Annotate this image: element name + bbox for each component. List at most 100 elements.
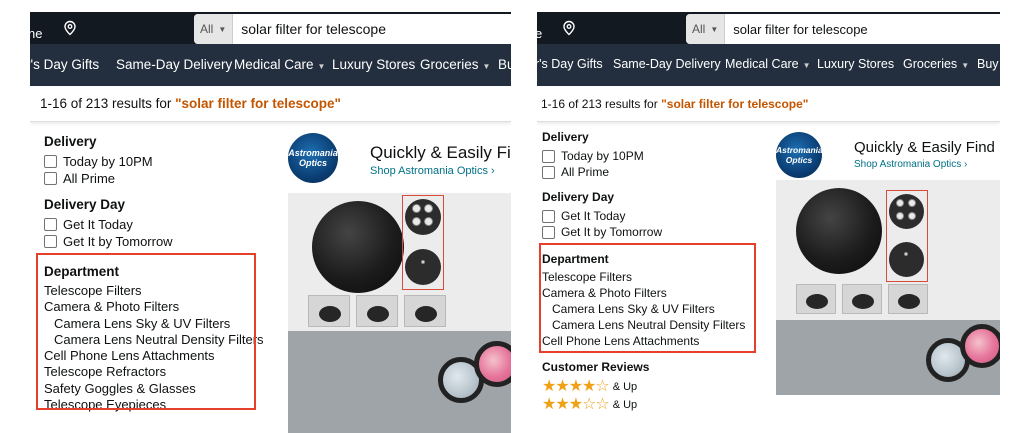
nav-item-medical-care[interactable]: Medical Care ▼ — [234, 57, 325, 72]
product-thumbnail[interactable] — [888, 284, 928, 314]
brand-logo[interactable]: Astromania Optics — [288, 133, 338, 183]
disc-hole — [424, 217, 433, 226]
disc-hole — [904, 252, 908, 256]
logo-fragment[interactable]: e — [537, 26, 542, 41]
checkbox[interactable] — [44, 155, 57, 168]
results-count: 1-16 of 213 results for "solar filter fo… — [40, 96, 341, 111]
results-count: 1-16 of 213 results for "solar filter fo… — [541, 97, 809, 111]
delivery-day-option-tomorrow[interactable]: Get It by Tomorrow — [542, 224, 762, 240]
results-info-bar: 1-16 of 213 results for "solar filter fo… — [537, 86, 1000, 122]
logo-fragment[interactable]: ne — [30, 26, 42, 41]
delivery-heading: Delivery — [542, 130, 589, 144]
caret-down-icon: ▼ — [802, 61, 811, 70]
customer-reviews-section: Customer Reviews ★★★★☆ & Up ★★★☆☆ & Up — [542, 360, 762, 414]
delivery-day-option-today[interactable]: Get It Today — [542, 208, 762, 224]
caret-down-icon: ▼ — [317, 62, 326, 71]
filter-wheel-image — [312, 201, 404, 293]
product-thumbnail[interactable] — [796, 284, 836, 314]
delivery-option-prime[interactable]: All Prime — [44, 170, 274, 187]
search-category-label: All — [692, 22, 706, 36]
delivery-option-today[interactable]: Today by 10PM — [44, 153, 274, 170]
disc-hole — [908, 199, 916, 207]
checkbox[interactable] — [44, 235, 57, 248]
filter-disc-image — [405, 249, 441, 285]
disc-hole — [896, 199, 904, 207]
checkbox[interactable] — [542, 225, 555, 239]
department-highlight-box — [539, 243, 756, 353]
search-bar: All ▼ — [686, 14, 1000, 44]
nav-item-same-day-delivery[interactable]: Same-Day Delivery — [116, 57, 232, 72]
product-lens-image[interactable] — [288, 331, 511, 433]
results-prefix: 1-16 of 213 results for — [541, 97, 662, 111]
disc-hole — [424, 204, 433, 213]
product-thumbnail[interactable] — [404, 295, 446, 327]
filter-disc-image — [405, 199, 441, 235]
nav-item-label: Groceries — [903, 57, 958, 71]
search-category-dropdown[interactable]: All ▼ — [194, 14, 234, 44]
delivery-option-today[interactable]: Today by 10PM — [542, 148, 762, 164]
checkbox[interactable] — [542, 149, 555, 163]
sponsor-headline[interactable]: Quickly & Easily Find B — [854, 139, 1000, 156]
delivery-day-option-today[interactable]: Get It Today — [44, 216, 274, 233]
top-bar: e All ▼ — [537, 12, 1000, 44]
sponsor-headline[interactable]: Quickly & Easily Find — [370, 143, 511, 163]
rating-filter-3[interactable]: ★★★☆☆ & Up — [542, 396, 762, 414]
checkbox[interactable] — [542, 165, 555, 179]
filter-wheel-image — [796, 188, 882, 274]
star-icon: ★★★★☆ — [542, 378, 610, 395]
thumb-disc — [415, 306, 437, 322]
top-bar: ne All ▼ — [30, 12, 511, 44]
results-prefix: 1-16 of 213 results for — [40, 96, 176, 111]
product-thumbnail[interactable] — [356, 295, 398, 327]
sponsor-shop-link[interactable]: Shop Astromania Optics › — [854, 159, 967, 170]
rating-label: & Up — [612, 381, 638, 393]
delivery-day-option-tomorrow[interactable]: Get It by Tomorrow — [44, 233, 274, 250]
nav-item-medical-care[interactable]: Medical Care ▼ — [725, 57, 811, 71]
nav-item-groceries[interactable]: Groceries ▼ — [420, 57, 490, 72]
thumb-disc — [319, 306, 341, 322]
caret-down-icon: ▼ — [482, 62, 491, 71]
delivery-option-prime[interactable]: All Prime — [542, 164, 762, 180]
lens-ring-image — [960, 324, 1000, 368]
nav-item-day-gifts[interactable]: r's Day Gifts — [537, 57, 603, 71]
sponsored-product-image[interactable] — [288, 193, 511, 331]
nav-item-day-gifts[interactable]: r's Day Gifts — [30, 57, 99, 72]
sponsored-product-image[interactable] — [776, 180, 1000, 320]
nav-bar: r's Day Gifts Same-Day Delivery Medical … — [30, 44, 511, 86]
search-category-dropdown[interactable]: All ▼ — [686, 14, 726, 44]
search-input[interactable] — [233, 14, 511, 44]
results-query: "solar filter for telescope" — [661, 97, 809, 111]
nav-item-same-day-delivery[interactable]: Same-Day Delivery — [613, 57, 721, 71]
nav-item-luxury-stores[interactable]: Luxury Stores — [332, 57, 415, 72]
thumb-disc — [806, 294, 828, 309]
checkbox[interactable] — [44, 218, 57, 231]
product-thumbnail[interactable] — [842, 284, 882, 314]
disc-hole — [412, 204, 421, 213]
product-lens-image[interactable] — [776, 320, 1000, 395]
results-info-bar: 1-16 of 213 results for "solar filter fo… — [30, 86, 511, 122]
caret-down-icon: ▼ — [218, 24, 227, 34]
checkbox[interactable] — [44, 172, 57, 185]
nav-item-label: Medical Care — [725, 57, 799, 71]
location-pin-icon[interactable] — [561, 20, 577, 36]
filter-disc-image — [889, 194, 924, 229]
sponsor-shop-link[interactable]: Shop Astromania Optics › — [370, 165, 495, 177]
location-pin-icon[interactable] — [62, 20, 78, 36]
department-highlight-box — [36, 253, 256, 410]
nav-item-luxury-stores[interactable]: Luxury Stores — [817, 57, 894, 71]
product-thumbnail[interactable] — [308, 295, 350, 327]
rating-filter-4[interactable]: ★★★★☆ & Up — [542, 378, 762, 396]
option-label: Get It by Tomorrow — [561, 225, 663, 239]
nav-item-groceries[interactable]: Groceries ▼ — [903, 57, 969, 71]
thumb-disc — [898, 294, 920, 309]
nav-item-label: Medical Care — [234, 57, 314, 72]
option-label: Get It Today — [63, 217, 133, 232]
nav-item-buy[interactable]: Bu — [498, 57, 511, 72]
option-label: All Prime — [561, 165, 610, 179]
checkbox[interactable] — [542, 209, 555, 223]
search-input[interactable] — [725, 14, 1000, 44]
nav-item-label: Groceries — [420, 57, 479, 72]
thumb-disc — [852, 294, 874, 309]
nav-item-buy[interactable]: Buy — [977, 57, 999, 71]
brand-logo[interactable]: Astromania Optics — [776, 132, 822, 178]
